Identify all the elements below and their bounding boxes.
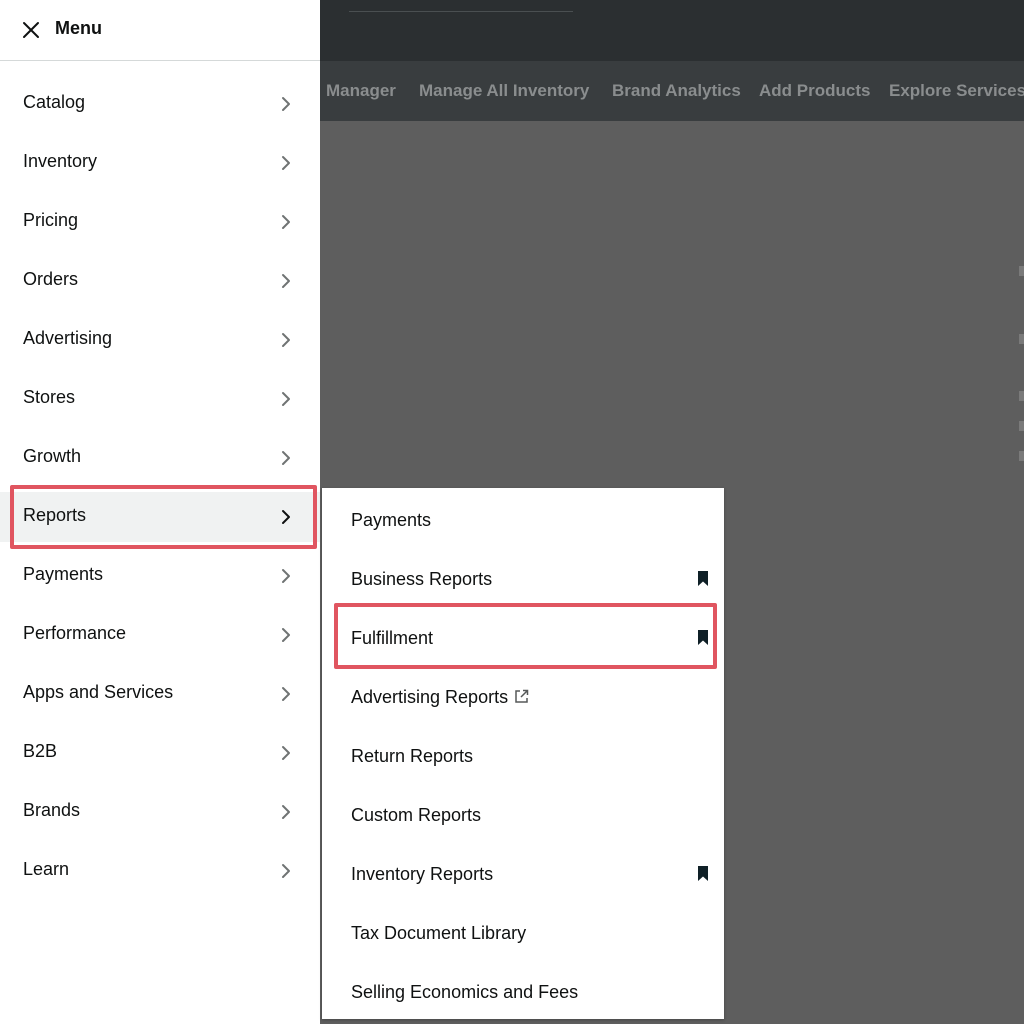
content-fragment xyxy=(1019,334,1024,344)
menu-item-label: Performance xyxy=(23,623,127,643)
menu-item-label: Catalog xyxy=(23,92,86,112)
menu-item-inventory[interactable]: Inventory xyxy=(0,138,320,188)
chevron-right-icon xyxy=(282,97,290,111)
content-fragment xyxy=(1019,391,1024,401)
menu-item-label: Inventory xyxy=(23,151,98,171)
chevron-right-icon xyxy=(282,569,290,583)
submenu-item-label: Payments xyxy=(351,510,432,530)
submenu-item-label: Selling Economics and Fees xyxy=(351,982,579,1002)
submenu-item-label: Fulfillment xyxy=(351,628,434,648)
chevron-right-icon xyxy=(282,392,290,406)
reports-submenu: Payments Business Reports Fulfillment Ad… xyxy=(322,488,724,1019)
menu-item-learn[interactable]: Learn xyxy=(0,846,320,896)
menu-item-orders[interactable]: Orders xyxy=(0,256,320,306)
chevron-right-icon xyxy=(282,628,290,642)
bookmark-icon[interactable] xyxy=(697,866,709,881)
submenu-item-label: Advertising Reports xyxy=(351,687,529,708)
chevron-right-icon xyxy=(282,274,290,288)
menu-item-apps-and-services[interactable]: Apps and Services xyxy=(0,669,320,719)
submenu-item-fulfillment[interactable]: Fulfillment xyxy=(322,610,724,660)
menu-item-payments[interactable]: Payments xyxy=(0,551,320,601)
nav-link-manager[interactable]: Manager xyxy=(326,81,396,101)
submenu-item-payments[interactable]: Payments xyxy=(322,492,724,542)
main-menu-panel: Menu Catalog Inventory Pricing Orders Ad… xyxy=(0,0,320,1024)
submenu-item-selling-economics-and-fees[interactable]: Selling Economics and Fees xyxy=(322,964,724,1014)
nav-link-explore-services[interactable]: Explore Services xyxy=(889,81,1024,101)
chevron-right-icon xyxy=(282,687,290,701)
submenu-item-label: Custom Reports xyxy=(351,805,482,825)
menu-item-label: Advertising xyxy=(23,328,113,348)
menu-item-label: Growth xyxy=(23,446,82,466)
chevron-right-icon xyxy=(282,746,290,760)
menu-header: Menu xyxy=(0,0,320,61)
menu-item-b2b[interactable]: B2B xyxy=(0,728,320,778)
menu-item-stores[interactable]: Stores xyxy=(0,374,320,424)
chevron-right-icon xyxy=(282,864,290,878)
submenu-item-advertising-reports[interactable]: Advertising Reports xyxy=(322,669,724,719)
menu-item-reports[interactable]: Reports xyxy=(0,492,320,542)
submenu-item-label: Return Reports xyxy=(351,746,474,766)
submenu-item-return-reports[interactable]: Return Reports xyxy=(322,728,724,778)
chevron-right-icon xyxy=(282,451,290,465)
menu-item-catalog[interactable]: Catalog xyxy=(0,79,320,129)
menu-item-brands[interactable]: Brands xyxy=(0,787,320,837)
chevron-right-icon xyxy=(282,333,290,347)
content-fragment xyxy=(1019,266,1024,276)
submenu-item-business-reports[interactable]: Business Reports xyxy=(322,551,724,601)
menu-item-performance[interactable]: Performance xyxy=(0,610,320,660)
search-box[interactable] xyxy=(349,11,573,12)
bookmark-icon[interactable] xyxy=(697,571,709,586)
content-fragment xyxy=(1019,451,1024,461)
nav-link-add-products[interactable]: Add Products xyxy=(759,81,870,101)
submenu-item-label: Inventory Reports xyxy=(351,864,494,884)
menu-item-label: Reports xyxy=(23,505,87,525)
menu-item-label: Brands xyxy=(23,800,81,820)
nav-link-manage-all-inventory[interactable]: Manage All Inventory xyxy=(419,81,589,101)
menu-item-label: B2B xyxy=(23,741,58,761)
menu-item-pricing[interactable]: Pricing xyxy=(0,197,320,247)
submenu-item-custom-reports[interactable]: Custom Reports xyxy=(322,787,724,837)
external-link-icon xyxy=(515,689,529,703)
menu-item-label: Pricing xyxy=(23,210,79,230)
close-icon[interactable] xyxy=(18,17,44,43)
menu-item-label: Learn xyxy=(23,859,70,879)
bookmark-icon[interactable] xyxy=(697,630,709,645)
chevron-right-icon xyxy=(282,805,290,819)
submenu-item-text: Advertising Reports xyxy=(351,687,509,707)
submenu-item-label: Tax Document Library xyxy=(351,923,527,943)
menu-item-advertising[interactable]: Advertising xyxy=(0,315,320,365)
chevron-right-icon xyxy=(282,215,290,229)
content-fragment xyxy=(1019,421,1024,431)
submenu-item-label: Business Reports xyxy=(351,569,493,589)
chevron-right-icon xyxy=(282,156,290,170)
menu-item-label: Apps and Services xyxy=(23,682,174,702)
menu-item-label: Stores xyxy=(23,387,76,407)
menu-item-label: Orders xyxy=(23,269,79,289)
menu-title: Menu xyxy=(55,18,102,38)
submenu-item-tax-document-library[interactable]: Tax Document Library xyxy=(322,905,724,955)
chevron-right-icon xyxy=(282,510,290,524)
submenu-item-inventory-reports[interactable]: Inventory Reports xyxy=(322,846,724,896)
menu-item-growth[interactable]: Growth xyxy=(0,433,320,483)
nav-link-brand-analytics[interactable]: Brand Analytics xyxy=(612,81,741,101)
menu-item-label: Payments xyxy=(23,564,104,584)
